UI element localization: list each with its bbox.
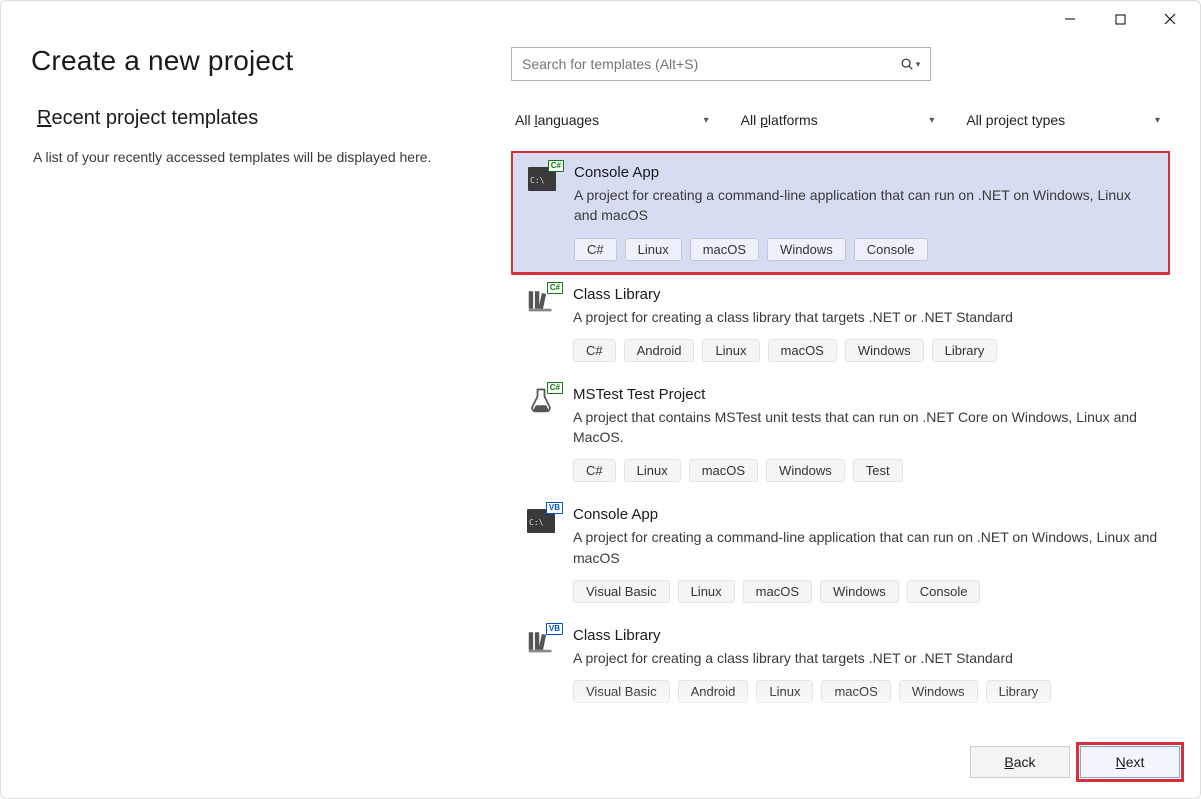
minimize-button[interactable] [1048, 5, 1092, 33]
tag: Android [678, 680, 749, 703]
tag: Test [853, 459, 903, 482]
chevron-down-icon: ▾ [1155, 115, 1160, 126]
template-search[interactable]: ▾ [511, 47, 931, 81]
chevron-down-icon: ▾ [704, 115, 709, 126]
tag: Console [854, 238, 928, 261]
console-icon: VB [527, 506, 559, 538]
tag: macOS [689, 459, 758, 482]
tag: Linux [678, 580, 735, 603]
tag: Linux [624, 459, 681, 482]
tag: Linux [756, 680, 813, 703]
tag: Library [932, 339, 998, 362]
template-tags: C# Linux macOS Windows Console [574, 238, 1157, 261]
tag: macOS [743, 580, 812, 603]
tag: C# [574, 238, 617, 261]
template-description: A project for creating a class library t… [573, 307, 1158, 327]
tag: Windows [820, 580, 899, 603]
recent-templates-desc: A list of your recently accessed templat… [33, 148, 481, 168]
search-icon[interactable]: ▾ [890, 57, 930, 71]
lib-icon: C# [527, 286, 559, 318]
template-classlib-vb[interactable]: VB Class Library A project for creating a … [511, 615, 1170, 715]
next-button[interactable]: Next [1080, 746, 1180, 778]
template-tags: Visual Basic Linux macOS Windows Console [573, 580, 1158, 603]
tag: Linux [702, 339, 759, 362]
template-title: Console App [573, 506, 1158, 523]
title-bar [1, 1, 1200, 37]
tag: Library [986, 680, 1052, 703]
template-title: Class Library [573, 286, 1158, 303]
template-title: Class Library [573, 627, 1158, 644]
search-dropdown-icon[interactable]: ▾ [916, 59, 921, 70]
tag: Visual Basic [573, 580, 670, 603]
template-tags: C# Linux macOS Windows Test [573, 459, 1158, 482]
template-classlib-csharp[interactable]: C# Class Library A project for creating a … [511, 274, 1170, 374]
tag: macOS [690, 238, 759, 261]
language-filter[interactable]: All languages ▾ [511, 105, 719, 135]
tag: C# [573, 339, 616, 362]
template-description: A project for creating a class library t… [573, 648, 1158, 668]
maximize-button[interactable] [1098, 5, 1142, 33]
tag: Console [907, 580, 981, 603]
lib-icon: VB [527, 627, 559, 659]
tag: macOS [821, 680, 890, 703]
template-description: A project that contains MSTest unit test… [573, 407, 1158, 448]
page-title: Create a new project [31, 45, 481, 77]
tag: Windows [767, 238, 846, 261]
tag: macOS [768, 339, 837, 362]
project-type-filter[interactable]: All project types ▾ [962, 105, 1170, 135]
template-tags: C# Android Linux macOS Windows Library [573, 339, 1158, 362]
console-icon: C# [528, 164, 560, 196]
template-mstest-csharp[interactable]: C# MSTest Test Project A project that cont… [511, 374, 1170, 495]
chevron-down-icon: ▾ [929, 115, 934, 126]
template-title: MSTest Test Project [573, 386, 1158, 403]
dialog-footer: Back Next [1, 726, 1200, 798]
close-button[interactable] [1148, 5, 1192, 33]
test-icon: C# [527, 386, 559, 418]
search-input[interactable] [512, 56, 890, 72]
tag: Windows [899, 680, 978, 703]
tag: Android [624, 339, 695, 362]
template-list[interactable]: C# Console App A project for creating a co… [511, 151, 1170, 726]
platform-filter[interactable]: All platforms ▾ [737, 105, 945, 135]
back-button[interactable]: Back [970, 746, 1070, 778]
template-description: A project for creating a command-line ap… [573, 527, 1158, 568]
tag: Windows [766, 459, 845, 482]
template-title: Console App [574, 164, 1157, 181]
template-description: A project for creating a command-line ap… [574, 185, 1157, 226]
template-tags: Visual Basic Android Linux macOS Windows Libr… [573, 680, 1158, 703]
template-console-csharp[interactable]: C# Console App A project for creating a co… [511, 151, 1170, 274]
template-console-vb[interactable]: VB Console App A project for creating a co… [511, 494, 1170, 615]
tag: Linux [625, 238, 682, 261]
tag: Visual Basic [573, 680, 670, 703]
tag: C# [573, 459, 616, 482]
recent-templates-heading: Recent project templates [37, 107, 481, 130]
tag: Windows [845, 339, 924, 362]
